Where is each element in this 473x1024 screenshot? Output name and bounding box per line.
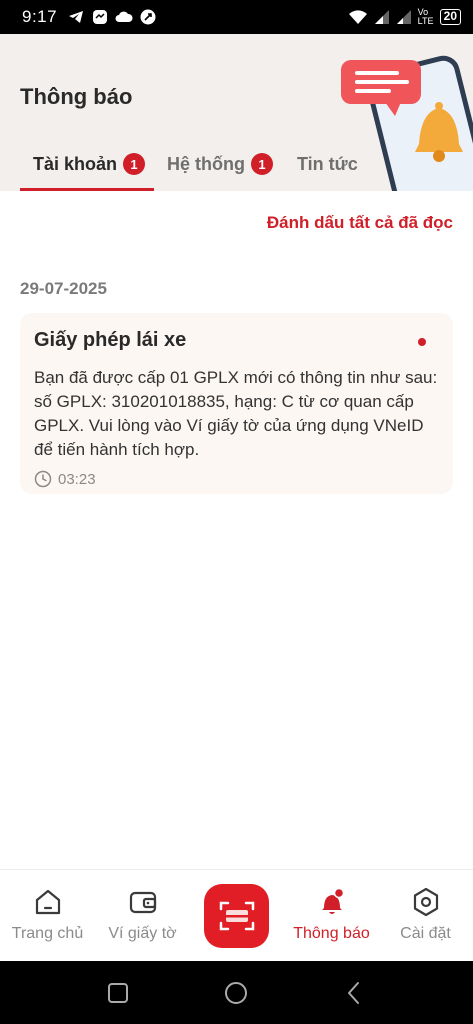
tab-system-label: Hệ thống (167, 154, 245, 174)
unread-dot (418, 338, 426, 346)
scan-icon (219, 901, 254, 931)
tab-account-badge: 1 (123, 153, 146, 175)
nav-home-label: Trang chủ (11, 925, 84, 942)
battery-indicator: 20 (439, 9, 461, 25)
recents-icon[interactable] (104, 979, 132, 1007)
signal-2-icon (396, 10, 411, 24)
nav-notifications[interactable]: Thông báo (284, 870, 379, 962)
tab-news-label: Tin tức (297, 154, 358, 174)
tab-system[interactable]: Hệ thống 1 (167, 146, 273, 191)
notification-time-text: 03:23 (58, 470, 96, 488)
home-icon (35, 889, 60, 915)
back-icon[interactable] (340, 979, 368, 1007)
wifi-icon (348, 10, 367, 24)
clock-icon (34, 470, 52, 488)
date-header: 29-07-2025 (20, 279, 107, 298)
network-label: Vo LTE (417, 7, 434, 26)
system-navigation-bar (0, 961, 473, 1024)
status-system-icons: Vo LTE 20 (348, 8, 461, 26)
tab-bar: Tài khoản 1 Hệ thống 1 Tin tức (0, 146, 473, 191)
app-icon (140, 9, 156, 25)
tab-news[interactable]: Tin tức (297, 146, 358, 191)
nav-settings[interactable]: Cài đặt (378, 870, 473, 962)
wallet-icon (129, 891, 156, 914)
nav-wallet[interactable]: Ví giấy tờ (95, 870, 190, 962)
scan-button[interactable] (204, 884, 269, 948)
status-notification-icons (67, 8, 157, 26)
bell-icon (321, 887, 344, 914)
signal-icon (374, 10, 389, 24)
nav-wallet-label: Ví giấy tờ (108, 925, 177, 942)
notification-body: Bạn đã được cấp 01 GPLX mới có thông tin… (34, 368, 438, 459)
notification-time: 03:23 (34, 470, 437, 488)
page-title: Thông báo (20, 84, 133, 109)
active-tab-indicator (20, 188, 154, 191)
screen: 9:17 Vo LTE 20 Thông báo Tài khoản 1 Hệ … (0, 0, 473, 1024)
notification-title: Giấy phép lái xe (34, 329, 187, 351)
status-time: 9:17 (22, 7, 58, 26)
messenger-icon (93, 10, 108, 24)
home-system-icon[interactable] (222, 979, 250, 1007)
tab-account-label: Tài khoản (33, 154, 118, 174)
mark-all-read-button[interactable]: Đánh dấu tất cả đã đọc (267, 213, 453, 233)
tab-account[interactable]: Tài khoản 1 (33, 146, 146, 191)
nav-settings-label: Cài đặt (400, 925, 451, 942)
telegram-icon (69, 11, 84, 23)
notification-card[interactable]: Giấy phép lái xe Bạn đã được cấp 01 GPLX… (20, 313, 453, 494)
status-bar: 9:17 Vo LTE 20 (0, 0, 473, 34)
nav-notifications-label: Thông báo (293, 925, 370, 942)
settings-icon (413, 887, 438, 917)
nav-home[interactable]: Trang chủ (0, 870, 95, 962)
cloud-icon (115, 11, 133, 22)
header: Thông báo Tài khoản 1 Hệ thống 1 Tin tức (0, 34, 473, 191)
tab-system-badge: 1 (251, 153, 273, 175)
